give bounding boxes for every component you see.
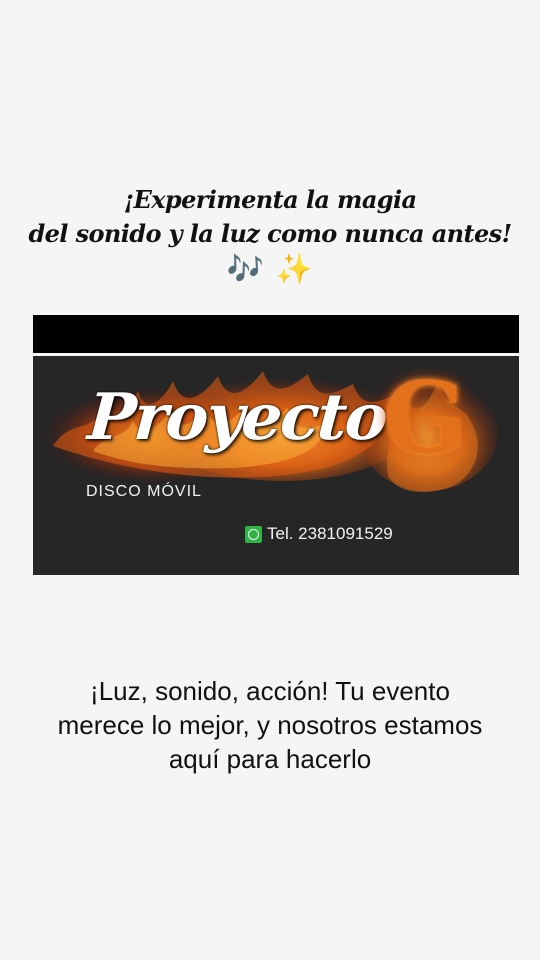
promo-banner: Proyecto G DISCO MÓVIL Tel. 2381091529: [33, 356, 519, 575]
tagline: ¡Luz, sonido, acción! Tu evento merece l…: [20, 674, 520, 776]
whatsapp-icon: [245, 525, 262, 543]
headline-line-2: del sonido y la luz como nunca antes!: [28, 219, 512, 248]
tagline-line-2: merece lo mejor, y nosotros estamos: [57, 710, 483, 740]
phone-contact[interactable]: Tel. 2381091529: [245, 524, 393, 544]
sparkles-icon: ✨: [275, 252, 314, 287]
headline: ¡Experimenta la magia del sonido y la lu…: [20, 183, 520, 251]
music-notes-icon: 🎶: [226, 252, 265, 287]
banner-top-bar: [33, 315, 519, 353]
tagline-line-1: ¡Luz, sonido, acción! Tu evento: [90, 676, 450, 706]
headline-line-1: ¡Experimenta la magia: [123, 185, 417, 214]
tagline-line-3: aquí para hacerlo: [168, 744, 372, 774]
brand-letter-g: G: [383, 361, 467, 476]
phone-number: Tel. 2381091529: [267, 524, 393, 543]
brand-subtitle: DISCO MÓVIL: [86, 483, 202, 500]
emoji-row: 🎶 ✨: [0, 250, 540, 290]
brand-wordmark: Proyecto: [85, 380, 389, 455]
